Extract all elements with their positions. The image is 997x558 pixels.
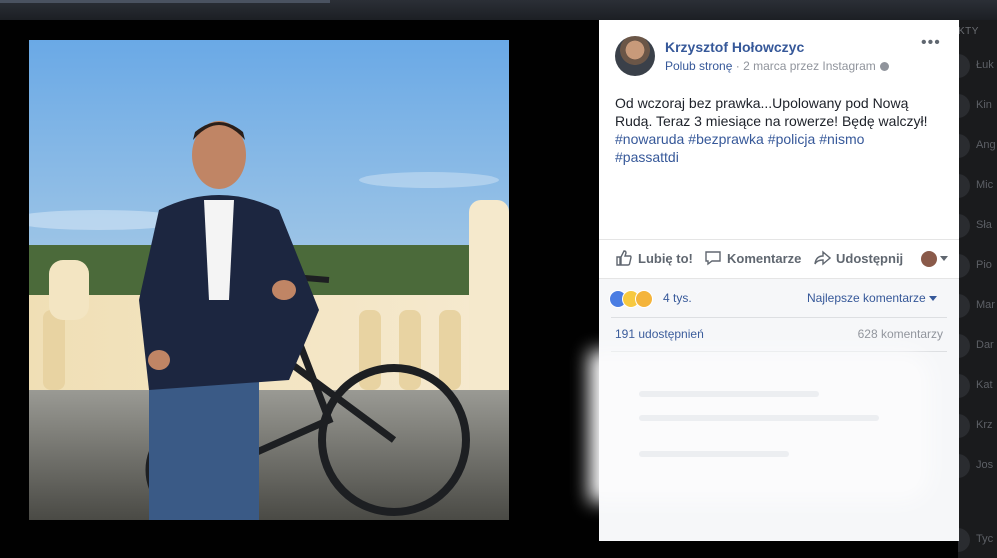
action-bar: Lubię to! Komentarze Udostępnij [599, 239, 959, 278]
blurred-line [639, 451, 789, 457]
contact-name: Sła [976, 219, 992, 231]
contact-name: Tyc [976, 533, 994, 545]
post-timestamp[interactable]: 2 marca przez Instagram [743, 59, 876, 73]
divider [611, 317, 947, 318]
post-photo[interactable] [29, 40, 509, 520]
contacts-title: KTY [958, 26, 979, 37]
share-arrow-icon [814, 250, 832, 266]
contact-name: Ang [976, 139, 996, 151]
blurred-line [639, 391, 819, 397]
contact-avatar [958, 454, 970, 478]
hashtag-link[interactable]: #bezprawka [688, 131, 764, 147]
profile-switcher[interactable] [921, 250, 948, 268]
contact-item[interactable]: Ang [958, 128, 997, 168]
page-name[interactable]: Krzysztof Hołowczyc [665, 39, 804, 55]
contact-avatar [958, 54, 970, 78]
comment-label: Komentarze [727, 251, 802, 266]
sort-label: Najlepsze komentarze [807, 291, 926, 305]
contact-item[interactable]: Tyc [958, 522, 997, 558]
contact-name: Pio [976, 259, 992, 271]
hashtag-link[interactable]: #passattdi [615, 149, 679, 165]
reactions-count[interactable]: 4 tys. [663, 291, 692, 305]
contact-name: Łuk [976, 59, 994, 71]
contact-name: Kin [976, 99, 992, 111]
divider [611, 351, 947, 352]
speech-bubble-icon [705, 251, 721, 266]
post-meta: Polub stronę · 2 marca przez Instagram [665, 59, 889, 73]
contact-avatar [958, 214, 970, 238]
background-top-bar [0, 0, 997, 20]
post-panel: Krzysztof Hołowczyc Polub stronę · 2 mar… [599, 20, 959, 541]
comment-button[interactable]: Komentarze [704, 249, 801, 267]
thumbs-up-icon [616, 250, 632, 266]
hashtag-link[interactable]: #nismo [819, 131, 864, 147]
contact-name: Mar [976, 299, 995, 311]
hashtag-link[interactable]: #policja [768, 131, 815, 147]
contact-avatar [958, 134, 970, 158]
contact-avatar [958, 254, 970, 278]
contact-avatar [958, 334, 970, 358]
post-body: Od wczoraj bez prawka...Upolowany pod No… [615, 95, 928, 129]
contact-item[interactable]: Krz [958, 408, 997, 448]
background-nav-strip [0, 0, 330, 3]
comments-area: 4 tys. Najlepsze komentarze 191 udostępn… [599, 278, 959, 541]
shares-count[interactable]: 191 udostępnień [615, 327, 704, 341]
profile-avatar [921, 250, 937, 267]
contact-avatar [958, 174, 970, 198]
contact-avatar [958, 374, 970, 398]
like-button[interactable]: Lubię to! [615, 249, 693, 267]
contact-item[interactable]: Pio [958, 248, 997, 288]
contact-item[interactable]: Dar [958, 328, 997, 368]
contacts-sidebar: KTY Łuk Kin Ang Mic Sła Pio Mar Dar Kat … [958, 20, 997, 558]
sad-reaction-icon [635, 290, 653, 308]
hashtag-link[interactable]: #nowaruda [615, 131, 684, 147]
contact-item[interactable]: Mic [958, 168, 997, 208]
contact-name: Dar [976, 339, 994, 351]
chevron-down-icon [940, 256, 948, 262]
more-options-icon[interactable]: ••• [921, 34, 941, 52]
contact-avatar [958, 414, 970, 438]
contact-item[interactable]: Sła [958, 208, 997, 248]
globe-icon [879, 62, 889, 71]
chevron-down-icon [928, 296, 937, 302]
page-avatar[interactable] [615, 36, 655, 76]
photo-image [29, 40, 509, 520]
share-label: Udostępnij [836, 251, 904, 266]
hashtags: #nowaruda #bezprawka #policja #nismo #passat… [615, 130, 945, 166]
comment-sort-dropdown[interactable]: Najlepsze komentarze [807, 291, 937, 305]
contact-item[interactable]: Jos [958, 448, 997, 488]
contact-name: Krz [976, 419, 993, 431]
contact-item[interactable]: Mar [958, 288, 997, 328]
meta-separator: · [732, 59, 744, 73]
contact-avatar [958, 294, 970, 318]
contact-item[interactable]: Łuk [958, 48, 997, 88]
contact-name: Jos [976, 459, 994, 471]
blurred-line [639, 415, 879, 421]
share-button[interactable]: Udostępnij [813, 249, 903, 267]
comments-count[interactable]: 628 komentarzy [858, 327, 943, 341]
post-text: Od wczoraj bez prawka...Upolowany pod No… [615, 94, 945, 166]
contact-avatar [958, 528, 970, 552]
contact-item[interactable]: Kin [958, 88, 997, 128]
contact-avatar [958, 94, 970, 118]
blurred-comments [599, 361, 921, 492]
contact-name: Mic [976, 179, 994, 191]
like-label: Lubię to! [638, 251, 693, 266]
contact-item[interactable]: Kat [958, 368, 997, 408]
contact-name: Kat [976, 379, 993, 391]
like-page-link[interactable]: Polub stronę [665, 59, 732, 73]
